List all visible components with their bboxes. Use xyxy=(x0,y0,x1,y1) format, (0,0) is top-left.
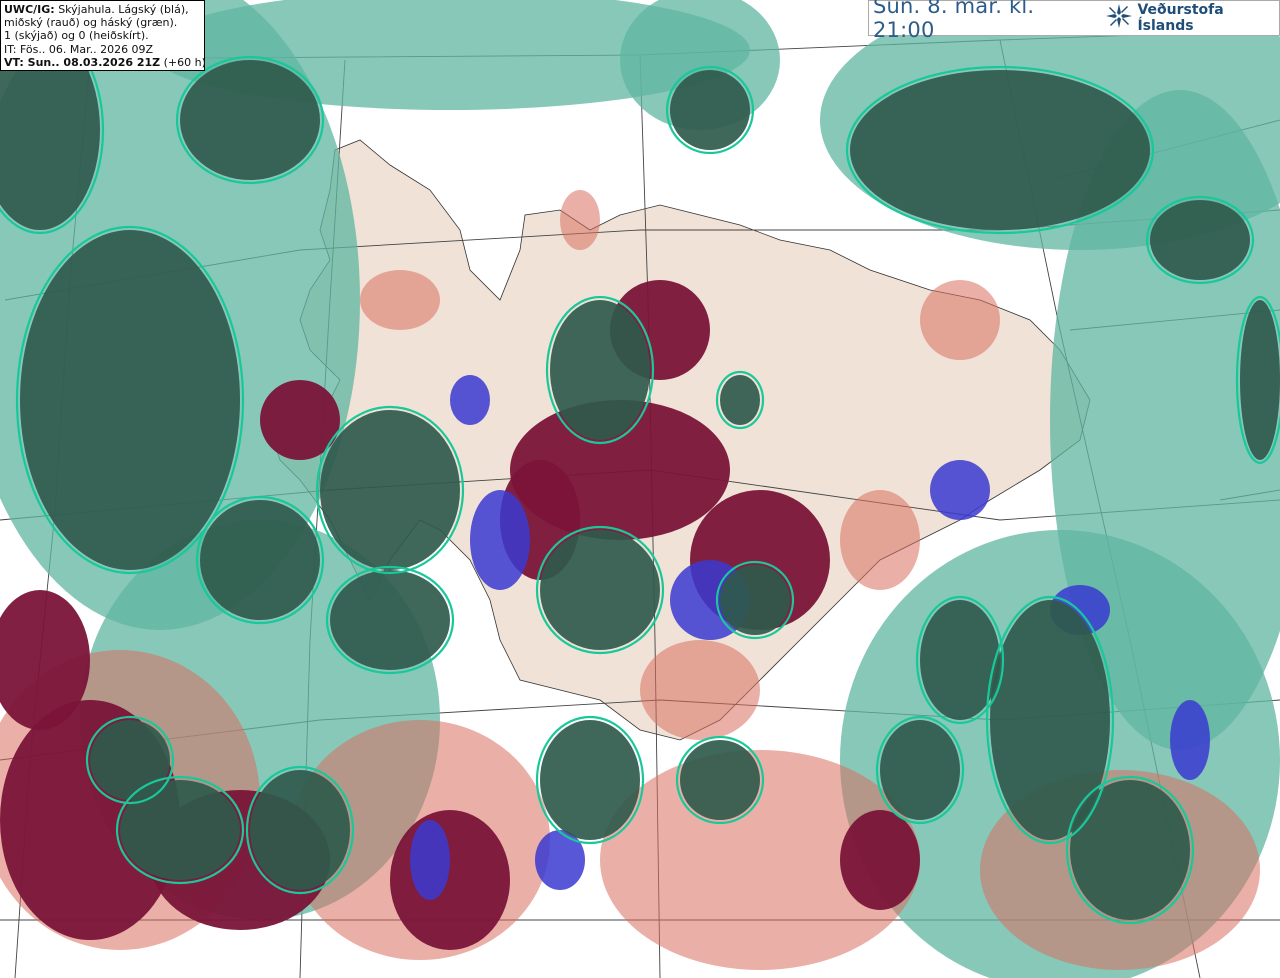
snowflake-star-icon xyxy=(1105,3,1133,33)
high-cloud-area xyxy=(1150,200,1250,280)
initial-time: IT: Fös.. 06. Mar.. 2026 09Z xyxy=(4,42,154,56)
product-description: Skýjahula. Lágský (blá), xyxy=(58,3,189,16)
lead-time: (+60 h) xyxy=(163,55,206,69)
high-cloud-area xyxy=(850,70,1150,230)
low-cloud-area xyxy=(450,375,490,425)
high-cloud-area xyxy=(720,375,760,425)
valid-time-header: Sun. 8. mar. kl. 21:00 Veðurstofa Ísland… xyxy=(868,0,1280,42)
high-cloud-area xyxy=(250,770,350,890)
high-cloud-area xyxy=(320,410,460,570)
high-cloud-area xyxy=(880,720,960,820)
cloud-cover-map xyxy=(0,0,1280,978)
mid-cloud-area xyxy=(840,810,920,910)
high-cloud-area xyxy=(720,565,790,635)
low-cloud-area xyxy=(1170,700,1210,780)
mid-cloud-light-area xyxy=(360,270,440,330)
legend-line-3: 1 (skýjað) og 0 (heiðskírt). xyxy=(4,29,149,43)
high-cloud-area xyxy=(90,720,170,800)
high-cloud-area xyxy=(1070,780,1190,920)
high-cloud-area xyxy=(180,60,320,180)
high-cloud-area xyxy=(670,70,750,150)
low-cloud-area xyxy=(470,490,530,590)
logo-text: Veðurstofa Íslands xyxy=(1137,2,1224,34)
mid-cloud-light-area xyxy=(840,490,920,590)
legend-line-2: miðský (rauð) og háský (græn). xyxy=(4,16,178,30)
vedurstofa-logo[interactable]: Veðurstofa Íslands xyxy=(1105,2,1279,34)
high-cloud-area xyxy=(540,530,660,650)
forecast-info-box: UWC/IG: Skýjahula. Lágský (blá), miðský … xyxy=(0,0,206,71)
high-cloud-area xyxy=(20,230,240,570)
high-cloud-area xyxy=(680,740,760,820)
valid-time-label: VT: Sun.. 08.03.2026 21Z xyxy=(4,55,161,69)
high-cloud-area xyxy=(200,500,320,620)
mid-cloud-light-area xyxy=(560,190,600,250)
mid-cloud-light-area xyxy=(920,280,1000,360)
high-cloud-area xyxy=(550,300,650,440)
high-cloud-area xyxy=(1240,300,1280,460)
low-cloud-area xyxy=(930,460,990,520)
valid-time-text: Sun. 8. mar. kl. 21:00 xyxy=(873,0,1035,42)
mid-cloud-light-area xyxy=(640,640,760,740)
mid-cloud-area xyxy=(390,810,510,950)
product-code: UWC/IG: xyxy=(4,3,55,16)
low-cloud-area xyxy=(410,820,450,900)
low-cloud-area xyxy=(535,830,585,890)
high-cloud-area xyxy=(540,720,640,840)
high-cloud-area xyxy=(330,570,450,670)
